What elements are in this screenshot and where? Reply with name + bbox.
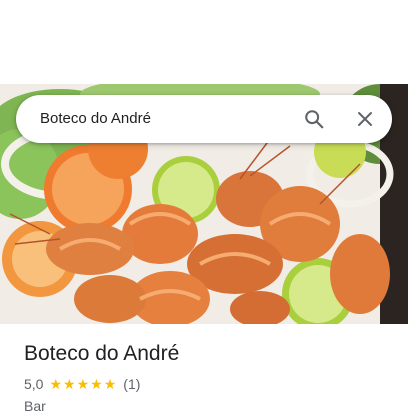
search-bar[interactable]: Boteco do André — [16, 95, 392, 143]
top-blank-area — [0, 0, 408, 84]
place-title: Boteco do André — [24, 342, 180, 365]
star-icon: ★ — [76, 376, 90, 392]
star-icon: ★ — [63, 376, 76, 392]
rating-value: 5,0 — [24, 376, 44, 392]
rating-stars: ★ ★ ★ ★ ★ — [49, 377, 117, 391]
place-category: Bar — [24, 398, 46, 414]
star-icon: ★ — [103, 376, 117, 392]
review-count[interactable]: (1) — [123, 376, 140, 392]
rating-row[interactable]: 5,0 ★ ★ ★ ★ ★ (1) — [24, 374, 140, 394]
star-icon: ★ — [49, 376, 63, 392]
close-icon[interactable] — [349, 103, 381, 135]
star-icon: ★ — [90, 376, 103, 392]
search-query[interactable]: Boteco do André — [40, 95, 151, 143]
search-icon[interactable] — [298, 103, 330, 135]
